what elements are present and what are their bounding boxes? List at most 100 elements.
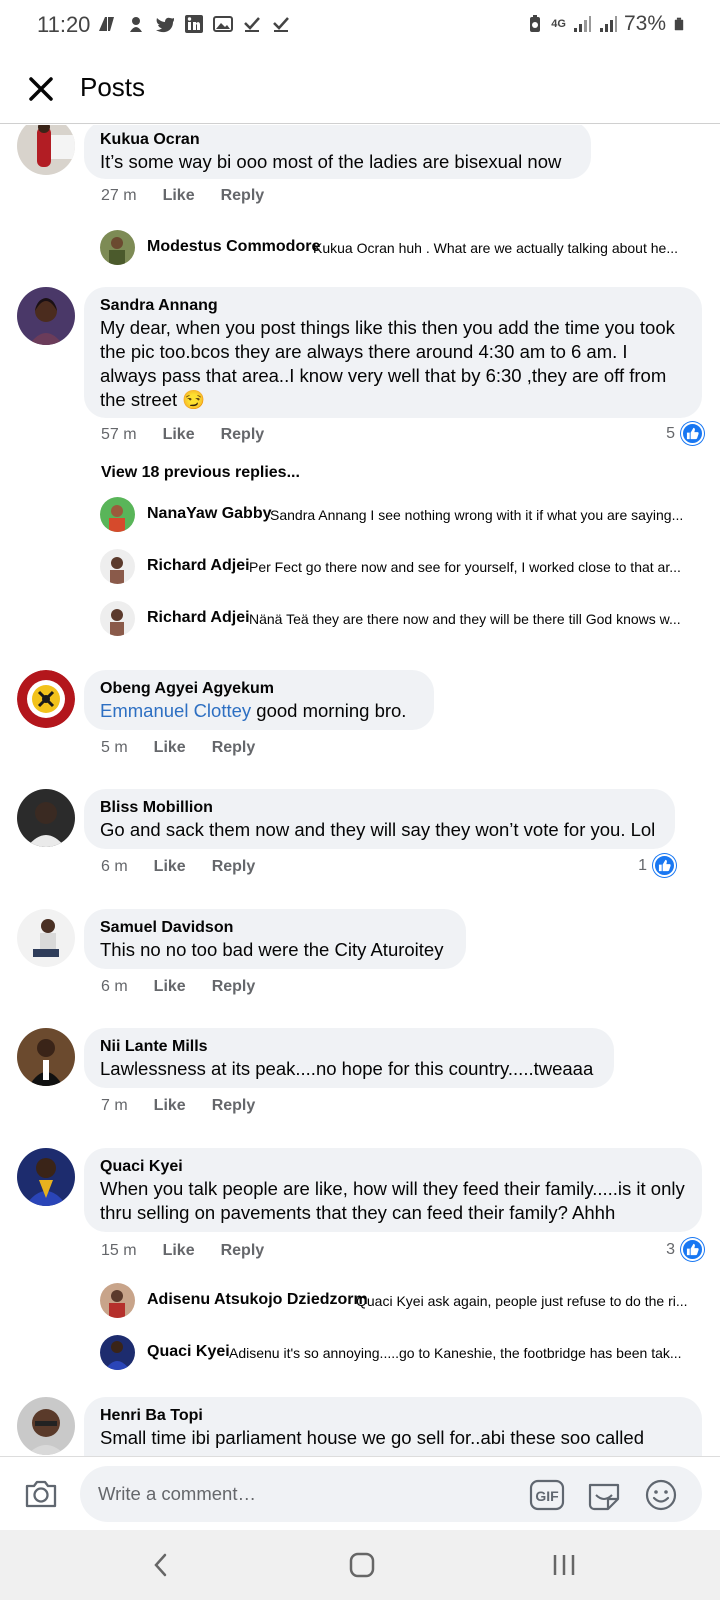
back-icon[interactable]: [146, 1550, 176, 1580]
comment-samuel-davidson: Samuel Davidson This no no too bad were …: [0, 909, 720, 1009]
comment-text: When you talk people are like, how will …: [100, 1178, 685, 1223]
emoji-icon[interactable]: [643, 1477, 679, 1513]
reply-text: Nänä Teä they are there now and they wil…: [249, 611, 681, 627]
home-icon[interactable]: [347, 1550, 377, 1580]
comment-actions: 27 m Like Reply: [101, 187, 264, 205]
gif-button[interactable]: GIF: [529, 1477, 565, 1513]
reply-button[interactable]: Reply: [212, 858, 256, 876]
reaction-count[interactable]: 1: [638, 854, 676, 877]
comment-author[interactable]: Samuel Davidson: [100, 917, 450, 938]
reply-text: Kukua Ocran huh . What are we actually t…: [313, 240, 678, 256]
like-button[interactable]: Like: [163, 426, 195, 444]
comment-bubble[interactable]: Samuel Davidson This no no too bad were …: [84, 909, 466, 969]
reply-author[interactable]: NanaYaw Gabby: [147, 505, 272, 523]
avatar[interactable]: [100, 549, 135, 584]
like-button[interactable]: Like: [163, 1242, 195, 1260]
app-screen: 11:20 4G 73% Posts Kukua Ocran It’s some…: [0, 0, 720, 1600]
like-button[interactable]: Like: [163, 187, 195, 205]
reply-button[interactable]: Reply: [212, 1097, 256, 1115]
comment-bubble[interactable]: Bliss Mobillion Go and sack them now and…: [84, 789, 675, 849]
reply-item[interactable]: Quaci Kyei Adisenu it's so annoying.....…: [100, 1335, 700, 1371]
like-count: 5: [666, 424, 675, 442]
avatar[interactable]: [17, 909, 75, 967]
like-button[interactable]: Like: [154, 858, 186, 876]
mention-link[interactable]: Emmanuel Clottey: [100, 700, 251, 721]
sticker-icon[interactable]: [586, 1477, 622, 1513]
reply-text: Quaci Kyei ask again, people just refuse…: [356, 1293, 688, 1309]
signal-icon: [573, 16, 591, 32]
thumbs-up-icon: [681, 422, 704, 445]
gallery-icon: [213, 16, 233, 32]
avatar[interactable]: [17, 1148, 75, 1206]
reply-text: Adisenu it's so annoying.....go to Kanes…: [229, 1345, 682, 1361]
reaction-count[interactable]: 5: [666, 422, 704, 445]
comment-time: 27 m: [101, 187, 137, 204]
page-title: Posts: [80, 72, 146, 102]
avatar[interactable]: [17, 1028, 75, 1086]
reply-item[interactable]: Modestus Commodore Kukua Ocran huh . Wha…: [100, 230, 700, 266]
avatar[interactable]: [100, 1283, 135, 1318]
comment-obeng-agyei-agyekum: Obeng Agyei Agyekum Emmanuel Clottey goo…: [0, 670, 720, 770]
reply-button[interactable]: Reply: [221, 187, 265, 205]
camera-icon[interactable]: [22, 1475, 60, 1513]
avatar[interactable]: [17, 789, 75, 847]
like-button[interactable]: Like: [154, 1097, 186, 1115]
like-button[interactable]: Like: [154, 739, 186, 757]
reply-author[interactable]: Richard Adjei: [147, 609, 250, 627]
avatar[interactable]: [17, 670, 75, 728]
comment-text: Lawlessness at its peak....no hope for t…: [100, 1058, 594, 1079]
status-time: 11:20: [37, 12, 91, 37]
view-previous-replies-link[interactable]: View 18 previous replies...: [101, 464, 300, 482]
comment-author[interactable]: Sandra Annang: [100, 295, 686, 316]
avatar[interactable]: [17, 287, 75, 345]
avatar[interactable]: [17, 125, 75, 175]
reply-button[interactable]: Reply: [212, 739, 256, 757]
comment-text: My dear, when you post things like this …: [100, 317, 675, 410]
avatar[interactable]: [100, 230, 135, 265]
comment-author[interactable]: Quaci Kyei: [100, 1156, 686, 1177]
comment-text: It’s some way bi ooo most of the ladies …: [100, 151, 562, 172]
comment-text-body: good morning bro.: [251, 700, 407, 721]
reply-author[interactable]: Richard Adjei: [147, 557, 250, 575]
comment-actions: 6 m Like Reply: [101, 978, 255, 996]
linkedin-icon: [185, 15, 203, 33]
comment-text: This no no too bad were the City Aturoit…: [100, 939, 444, 960]
reply-item[interactable]: Adisenu Atsukojo Dziedzorm Quaci Kyei as…: [100, 1283, 700, 1319]
avatar[interactable]: [17, 1397, 75, 1455]
comment-author[interactable]: Henri Ba Topi: [100, 1405, 686, 1426]
reply-button[interactable]: Reply: [221, 426, 265, 444]
comment-text: Emmanuel Clottey good morning bro.: [100, 699, 418, 723]
comment-text: Go and sack them now and they will say t…: [100, 819, 656, 840]
reply-author[interactable]: Quaci Kyei: [147, 1343, 230, 1361]
reply-item[interactable]: Richard Adjei Per Fect go there now and …: [100, 549, 700, 585]
close-icon[interactable]: [26, 74, 56, 104]
reply-author[interactable]: Adisenu Atsukojo Dziedzorm: [147, 1291, 368, 1309]
avatar[interactable]: [100, 1335, 135, 1370]
avatar[interactable]: [100, 601, 135, 636]
comment-author[interactable]: Nii Lante Mills: [100, 1036, 598, 1057]
recents-icon[interactable]: [549, 1550, 579, 1580]
comment-author[interactable]: Kukua Ocran: [100, 129, 575, 150]
comment-bubble[interactable]: Quaci Kyei When you talk people are like…: [84, 1148, 702, 1232]
header: Posts: [0, 52, 720, 124]
comment-bubble[interactable]: Sandra Annang My dear, when you post thi…: [84, 287, 702, 418]
reply-item[interactable]: NanaYaw Gabby Sandra Annang I see nothin…: [100, 497, 700, 533]
app-notification-icon: [130, 17, 142, 32]
reaction-count[interactable]: 3: [666, 1238, 704, 1261]
comment-time: 5 m: [101, 739, 128, 756]
reply-author[interactable]: Modestus Commodore: [147, 238, 320, 256]
comment-bubble[interactable]: Nii Lante Mills Lawlessness at its peak.…: [84, 1028, 614, 1088]
gif-icon: GIF: [529, 1479, 565, 1511]
like-button[interactable]: Like: [154, 978, 186, 996]
comment-bubble[interactable]: Kukua Ocran It’s some way bi ooo most of…: [84, 125, 591, 179]
reply-item[interactable]: Richard Adjei Nänä Teä they are there no…: [100, 601, 700, 637]
comment-bubble[interactable]: Henri Ba Topi Small time ibi parliament …: [84, 1397, 702, 1456]
comment-author[interactable]: Bliss Mobillion: [100, 797, 659, 818]
comments-feed[interactable]: Kukua Ocran It’s some way bi ooo most of…: [0, 125, 720, 1456]
reply-button[interactable]: Reply: [221, 1242, 265, 1260]
comment-author[interactable]: Obeng Agyei Agyekum: [100, 678, 418, 699]
reply-button[interactable]: Reply: [212, 978, 256, 996]
signal-icon-2: [599, 16, 617, 32]
avatar[interactable]: [100, 497, 135, 532]
comment-bubble[interactable]: Obeng Agyei Agyekum Emmanuel Clottey goo…: [84, 670, 434, 730]
